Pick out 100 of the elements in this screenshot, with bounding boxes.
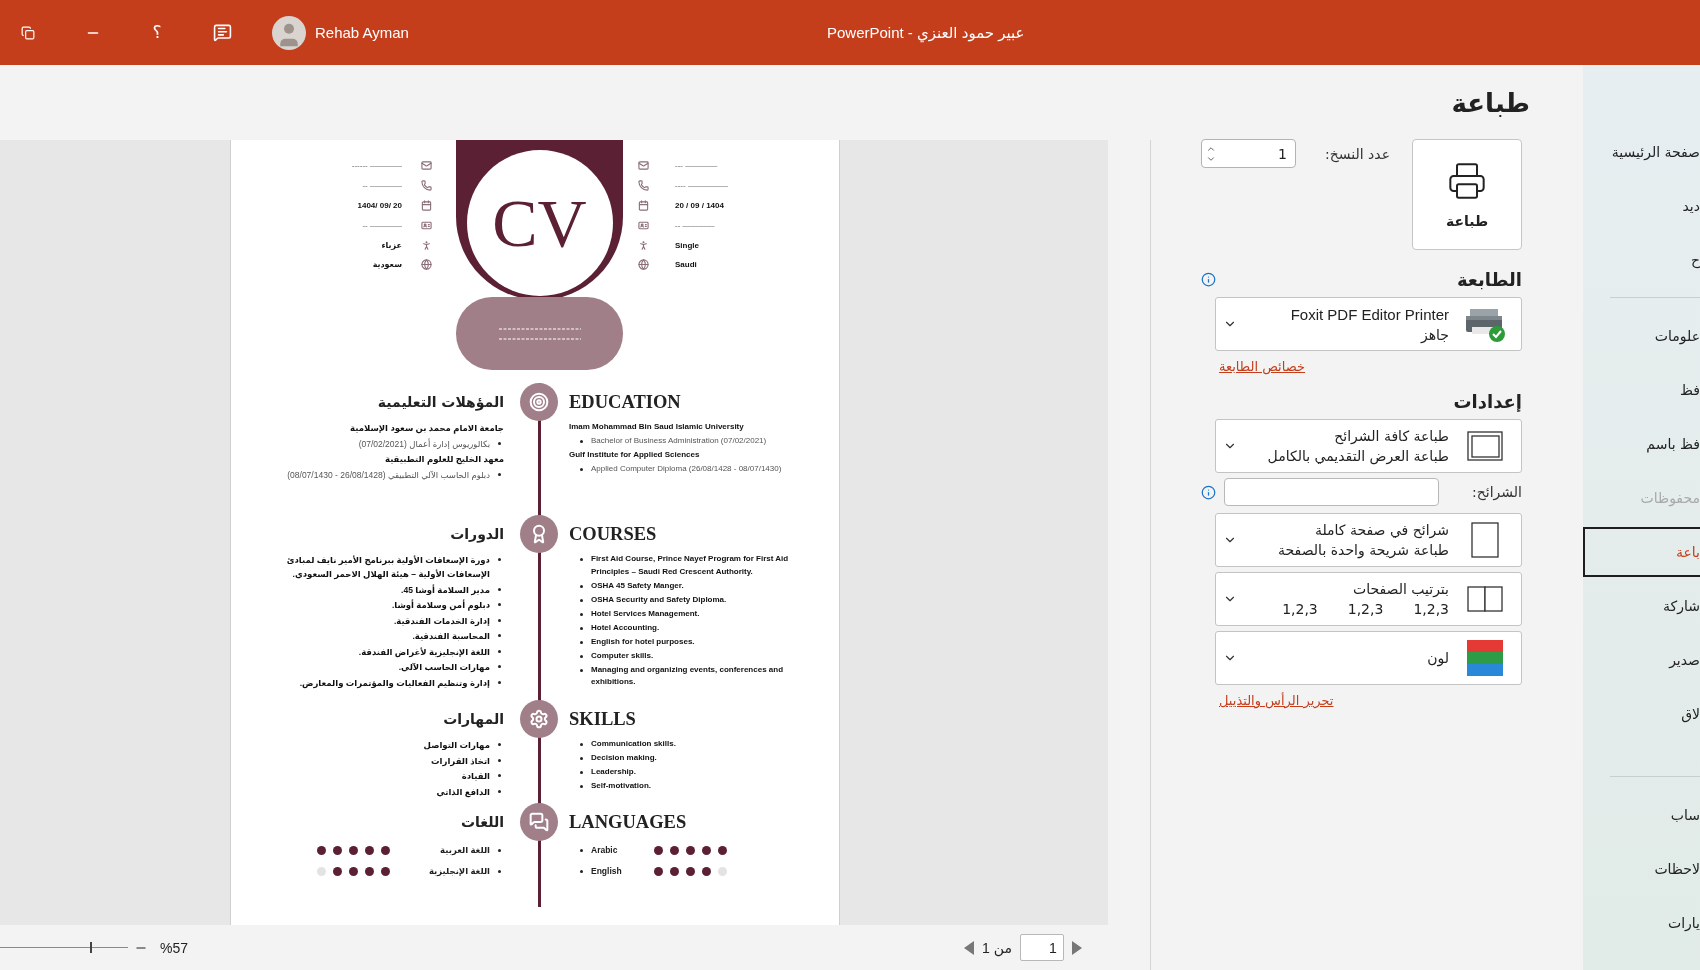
list-text: دورة الإسعافات الأولية ببرنامج الأمير نايف لمبادئ الإسعافات الأولية – هيئة الهلال الاحمر السعودي. [285,554,490,581]
bullet-icon [498,665,501,668]
nav-item[interactable]: ديد [1583,179,1700,233]
bullet-icon [580,757,583,760]
list-text: اللغة الإنجليزية لأغراض الفندقة. [358,645,490,659]
slider-thumb[interactable] [89,942,92,953]
calendar-icon [638,200,649,211]
globe-icon [638,259,649,271]
help-button[interactable]: ؟ [147,22,167,43]
rating-dot [381,846,390,855]
list-text: إدارة وتنظيم الفعاليات والمؤتمرات والمعارض. [299,676,490,690]
printer-name: Foxit PDF Editor Printer [1289,305,1449,323]
zoom-level[interactable]: %57 [160,939,189,956]
copies-label: عدد النسخ: [1325,145,1390,162]
bullet-icon [498,472,501,476]
bullet-icon [580,612,583,616]
speech-bubble-icon[interactable] [212,23,232,42]
list-text: مدير السلامة أوشا 45. [401,583,490,597]
list-text: الدافع الذاتي [436,785,490,799]
section-heading: الطابعة [1456,268,1522,290]
collation-order: 1,2,3 [1347,601,1384,617]
info-value: سعودية [372,260,402,270]
slides-field[interactable] [1224,478,1439,506]
restore-icon[interactable] [21,25,35,40]
rating-dot [317,846,326,855]
bullet-icon [498,649,501,653]
section-heading: COURSES [569,522,658,546]
nav-item[interactable]: فظ باسم [1583,417,1700,471]
rating-dot [381,866,390,876]
nav-item[interactable]: فظ [1583,363,1700,417]
page-icon [1471,522,1499,558]
list-text: Managing and organizing events, conferences and exhibitions. [591,663,785,688]
target-icon [529,392,549,412]
panel-title: طباعة [1451,87,1530,118]
rating-dot [702,866,711,876]
info-value: عزباء [381,240,402,250]
printer-icon [1447,160,1487,201]
header-footer-link[interactable]: تحرير الرأس والتذييل [1219,693,1334,708]
bullet-icon [498,441,501,445]
bullet-icon [498,618,501,622]
rating-dot [686,866,695,876]
section-heading: إعدادات [1453,390,1522,412]
list-text: Hotel Accounting. [591,621,660,634]
avatar[interactable] [272,15,306,50]
bullet-icon [498,680,501,684]
option-description: طباعة العرض التقديمي بالكامل [1266,448,1449,464]
monogram: CV [492,189,587,257]
nav-item[interactable]: صدير [1583,633,1700,687]
bullet-icon [498,558,501,561]
rating-dot [317,866,326,876]
option-title: طباعة كافة الشرائح [1333,428,1449,444]
rating-dot [349,866,358,876]
user-name[interactable]: Rehab Ayman [315,24,409,41]
info-icon[interactable] [1201,271,1216,287]
rating-dot [654,866,663,876]
list-text: Computer skills. [591,649,654,662]
info-value: Single [675,240,699,250]
nav-item[interactable]: لاق [1583,687,1700,741]
rating-dot [333,866,342,876]
nav-item[interactable]: شاركة [1583,579,1700,633]
nav-item[interactable]: ساب [1583,788,1700,842]
settings-dropdown[interactable]: شرائح في صفحة كاملة طباعة شريحة واحدة بالصفحة [1215,513,1522,567]
institution-name: Imam Mohammad Bin Saud Islamic University [569,421,744,433]
bullet-icon [580,785,583,788]
nav-item[interactable]: يارات [1583,896,1700,950]
nav-item[interactable]: علومات [1583,309,1700,363]
settings-dropdown[interactable]: طباعة كافة الشرائح طباعة العرض التقديمي بالكامل [1215,419,1522,473]
nav-item[interactable]: لاحظات [1583,842,1700,896]
printer-properties-link[interactable]: خصائص الطابعة [1219,359,1305,374]
info-icon[interactable] [1201,484,1216,500]
list-text: Applied Computer Diploma (26/08/1428 - 08/07/1430) [591,463,782,475]
page-number-field[interactable]: 1 [1019,934,1064,961]
bullet-icon [580,849,583,852]
info-value: 1404/ 09/ 20 [357,201,402,210]
settings-dropdown[interactable]: لون [1215,631,1522,685]
copies-spinner[interactable]: 1 [1201,139,1296,168]
person-icon [421,239,432,251]
bullet-icon [498,849,501,852]
language-name: English [591,864,623,878]
list-text: OSHA Security and Safety Diploma. [591,593,727,606]
nav-item[interactable]: باعة [1583,527,1700,577]
bullet-icon [498,758,501,762]
window-title: عبير حمود العنزي - PowerPoint [826,23,1025,42]
nav-item[interactable]: ح [1583,233,1700,287]
next-page-icon[interactable] [1071,940,1082,955]
bullet-icon [580,668,583,672]
bullet-icon [498,603,501,606]
section-heading: الدورات [449,525,504,545]
print-button[interactable]: طباعة [1412,139,1522,250]
list-text: Bachelor of Business Administration (07/02/2021) [591,435,767,447]
info-value: ---- ————— [675,181,728,191]
page-count: من 1 [982,939,1012,956]
language-name: اللغة العربية [439,844,490,857]
stacked-pages-icon [1467,431,1503,461]
bullet-icon [580,558,583,561]
nav-item[interactable]: صفحة الرئيسية [1583,125,1700,179]
bullet-icon [580,640,583,644]
institution-name: جامعة الامام محمد بن سعود الإسلامية [350,422,504,435]
bullet-icon [580,743,583,746]
previous-page-icon[interactable] [964,940,975,955]
